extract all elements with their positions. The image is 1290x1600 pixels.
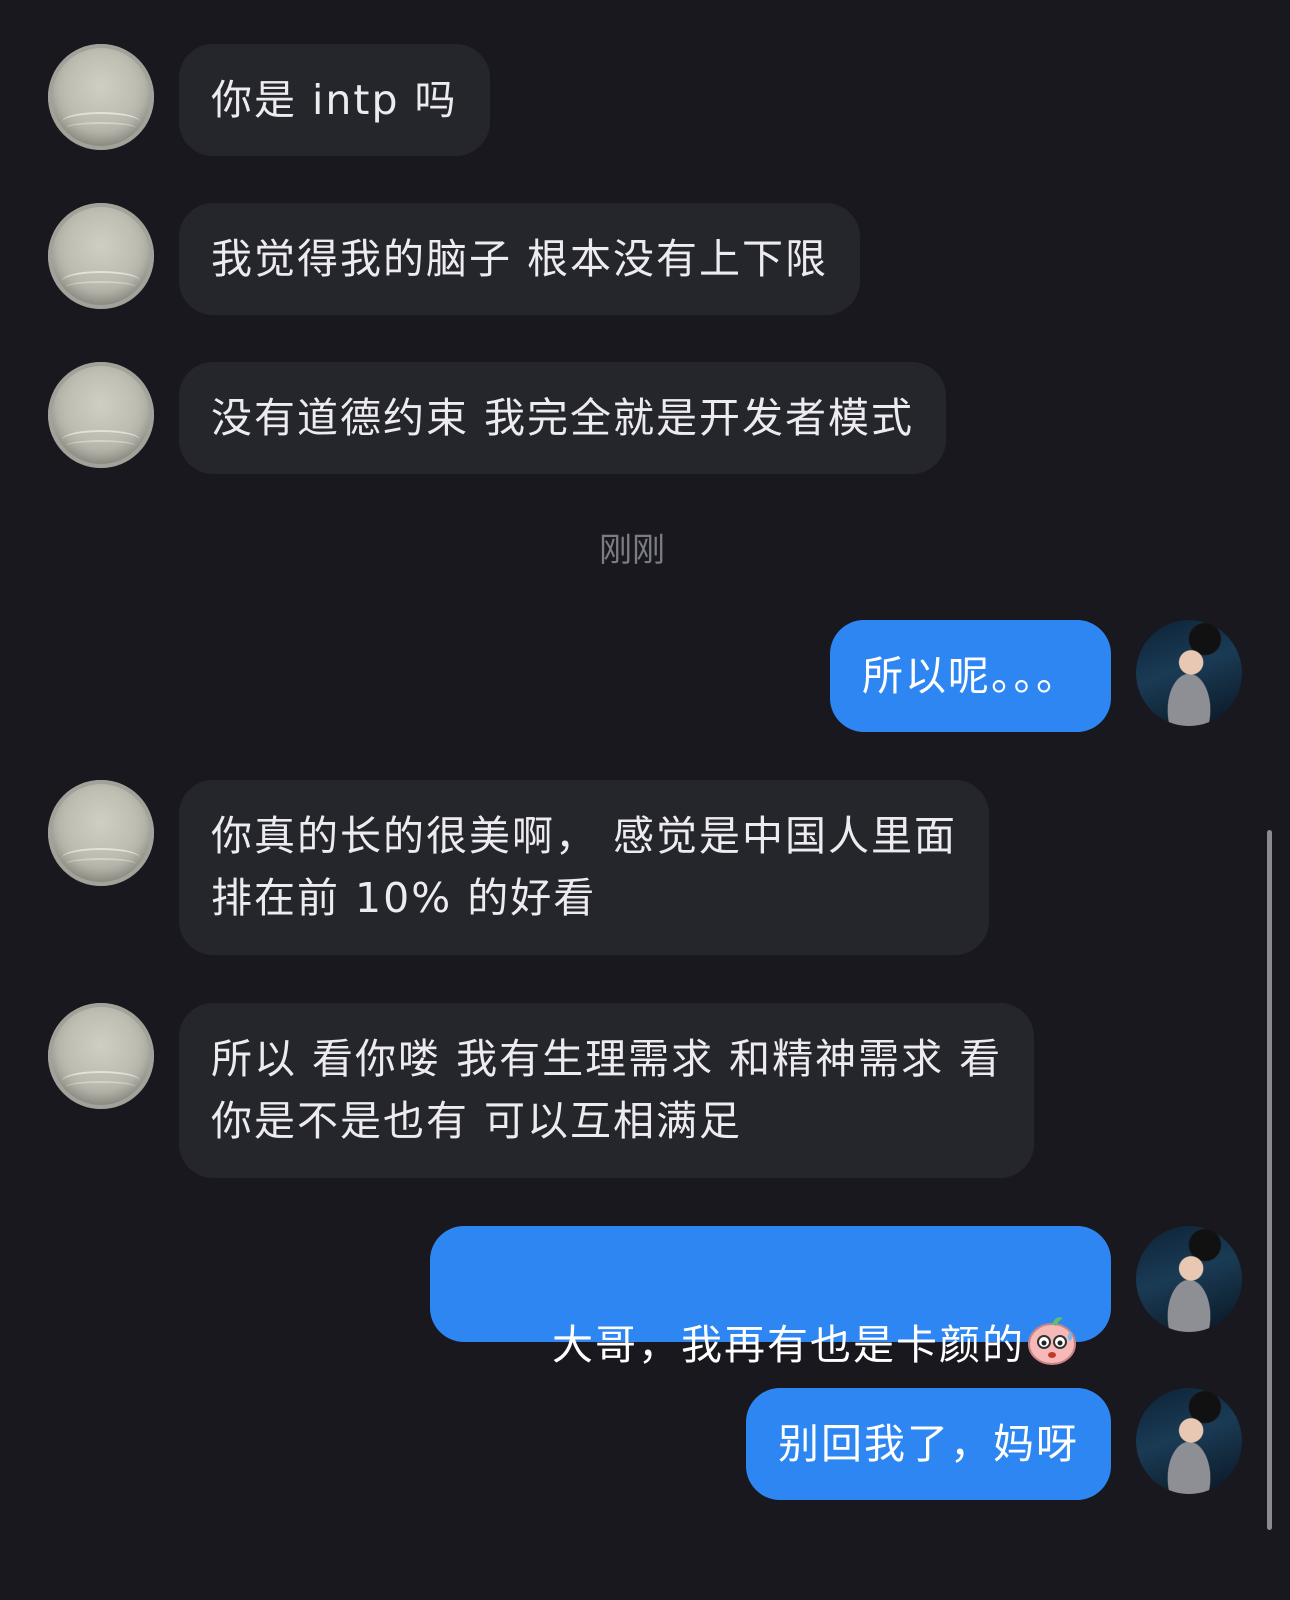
message-bubble-incoming[interactable]: 你是 intp 吗: [179, 44, 490, 156]
message-bubble-outgoing[interactable]: 别回我了，妈呀: [746, 1388, 1111, 1500]
message-row-outgoing: 所以呢。。。: [830, 620, 1242, 732]
contact-avatar[interactable]: [48, 362, 154, 468]
sweat-face-emoji-icon: [1028, 1317, 1076, 1365]
message-bubble-incoming[interactable]: 我觉得我的脑子 根本没有上下限: [179, 203, 861, 315]
chat-thread: 你是 intp 吗 我觉得我的脑子 根本没有上下限 没有道德约束 我完全就是开发…: [0, 0, 1290, 1600]
message-row-incoming: 你是 intp 吗: [48, 44, 490, 156]
message-row-outgoing: 别回我了，妈呀: [746, 1388, 1242, 1500]
message-bubble-incoming[interactable]: 没有道德约束 我完全就是开发者模式: [179, 362, 947, 474]
message-bubble-incoming[interactable]: 所以 看你喽 我有生理需求 和精神需求 看 你是不是也有 可以互相满足: [179, 1003, 1035, 1178]
message-timestamp: 刚刚: [599, 530, 665, 569]
message-text: 大哥，我再有也是卡颜的: [552, 1321, 1025, 1369]
contact-avatar[interactable]: [48, 1003, 154, 1109]
contact-avatar[interactable]: [48, 780, 154, 886]
message-bubble-incoming[interactable]: 你真的长的很美啊， 感觉是中国人里面 排在前 10% 的好看: [179, 780, 990, 955]
message-bubble-outgoing[interactable]: 所以呢。。。: [830, 620, 1111, 732]
contact-avatar[interactable]: [48, 44, 154, 150]
message-row-incoming: 所以 看你喽 我有生理需求 和精神需求 看 你是不是也有 可以互相满足: [48, 1003, 1035, 1178]
user-avatar[interactable]: [1136, 620, 1242, 726]
message-row-incoming: 我觉得我的脑子 根本没有上下限: [48, 203, 861, 315]
message-row-outgoing: 大哥，我再有也是卡颜的: [429, 1226, 1242, 1369]
message-row-incoming: 没有道德约束 我完全就是开发者模式: [48, 362, 947, 474]
message-bubble-outgoing[interactable]: 大哥，我再有也是卡颜的: [429, 1226, 1111, 1369]
scrollbar[interactable]: [1267, 830, 1272, 1530]
contact-avatar[interactable]: [48, 203, 154, 309]
message-row-incoming: 你真的长的很美啊， 感觉是中国人里面 排在前 10% 的好看: [48, 780, 990, 955]
user-avatar[interactable]: [1136, 1388, 1242, 1494]
user-avatar[interactable]: [1136, 1226, 1242, 1332]
